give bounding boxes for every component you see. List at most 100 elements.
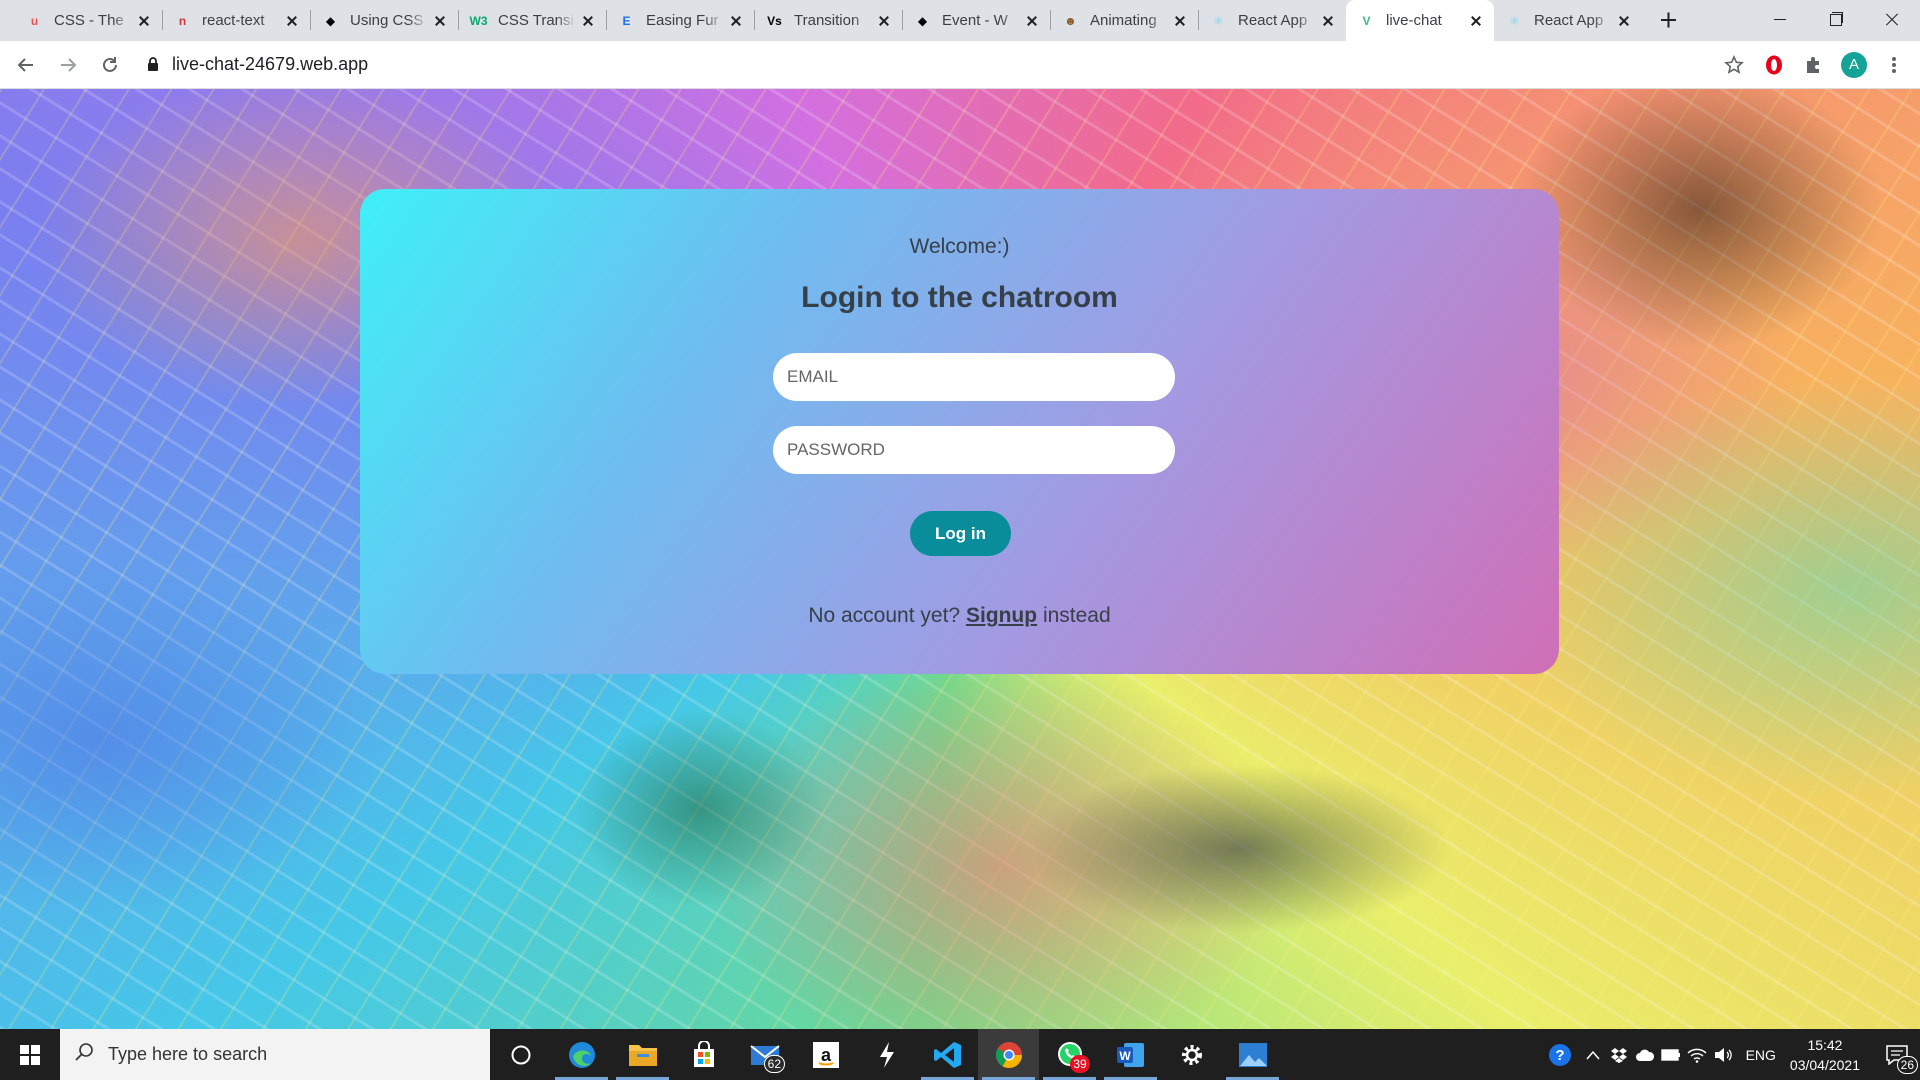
login-button[interactable]: Log in: [910, 511, 1011, 556]
react-icon: ⚛: [1213, 13, 1224, 28]
browser-tab[interactable]: E Easing Fur: [606, 0, 754, 41]
restore-icon[interactable]: [1808, 0, 1864, 41]
close-tab-icon[interactable]: [1172, 13, 1188, 29]
extensions-puzzle-icon[interactable]: [1794, 45, 1834, 85]
file-explorer-icon[interactable]: [612, 1029, 673, 1080]
svg-text:?: ?: [1555, 1047, 1564, 1064]
chrome-icon[interactable]: [978, 1029, 1039, 1080]
cortana-icon[interactable]: [490, 1029, 551, 1080]
windows-start-icon[interactable]: [0, 1029, 60, 1080]
mail-icon[interactable]: 62: [734, 1029, 795, 1080]
easings-icon: E: [622, 13, 631, 28]
close-tab-icon[interactable]: [432, 13, 448, 29]
signup-prefix-text: No account yet?: [808, 604, 961, 627]
close-tab-icon[interactable]: [1616, 13, 1632, 29]
profile-avatar[interactable]: A: [1834, 45, 1874, 85]
url-text[interactable]: live-chat-24679.web.app: [172, 54, 368, 75]
reload-icon[interactable]: [90, 45, 130, 85]
notification-center-icon[interactable]: 26: [1874, 1029, 1920, 1080]
settings-gear-icon[interactable]: [1161, 1029, 1222, 1080]
minimize-icon[interactable]: [1752, 0, 1808, 41]
profile-initial: A: [1841, 51, 1867, 78]
signup-link[interactable]: Signup: [966, 604, 1037, 627]
system-tray: ? ENG 15:42 03/04/2021 26: [1540, 1029, 1920, 1080]
tab-title: CSS - The: [54, 12, 124, 29]
tab-title: React App: [1238, 12, 1308, 29]
page-title: Login to the chatroom: [801, 281, 1118, 314]
tab-strip: u CSS - The n react-text ◆ Using CSS W3 CSS Tra…: [0, 0, 1920, 41]
help-icon[interactable]: ?: [1540, 1029, 1580, 1080]
browser-tab[interactable]: Vlive-chat: [1346, 0, 1494, 41]
search-icon: [74, 1042, 94, 1067]
adblock-extension-icon[interactable]: [1754, 45, 1794, 85]
amazon-icon[interactable]: a: [795, 1029, 856, 1080]
close-tab-icon[interactable]: [728, 13, 744, 29]
react-icon: ⚛: [1509, 13, 1520, 28]
browser-tab[interactable]: Vs Transition: [754, 0, 902, 41]
vscode-icon[interactable]: [917, 1029, 978, 1080]
password-field[interactable]: [773, 426, 1175, 474]
close-tab-icon[interactable]: [580, 13, 596, 29]
page-background: Welcome:) Login to the chatroom Log in N…: [0, 89, 1920, 1029]
edge-icon[interactable]: [551, 1029, 612, 1080]
whatsapp-badge: 39: [1070, 1055, 1090, 1073]
tab-title: live-chat: [1386, 12, 1442, 29]
browser-tab[interactable]: ⚛ React App: [1494, 0, 1642, 41]
mdn-icon: ◆: [325, 13, 336, 28]
microsoft-store-icon[interactable]: [673, 1029, 734, 1080]
clock-time: 15:42: [1807, 1036, 1843, 1053]
close-tab-icon[interactable]: [1320, 13, 1336, 29]
menu-kebab-icon[interactable]: [1874, 45, 1914, 85]
close-tab-icon[interactable]: [876, 13, 892, 29]
dropbox-icon[interactable]: [1606, 1029, 1632, 1080]
browser-tab[interactable]: ☻ Animating: [1050, 0, 1198, 41]
tab-title: Animating: [1090, 12, 1157, 29]
language-indicator[interactable]: ENG: [1746, 1047, 1776, 1063]
browser-tab[interactable]: n react-text: [162, 0, 310, 41]
lock-icon[interactable]: [140, 57, 166, 72]
vue-icon: V: [1362, 13, 1371, 28]
bookmark-star-icon[interactable]: [1714, 45, 1754, 85]
cloud-sync-icon[interactable]: [1632, 1029, 1658, 1080]
w3schools-icon: W3: [469, 13, 488, 28]
address-bar[interactable]: live-chat-24679.web.app: [140, 45, 1714, 85]
tab-title: Transition: [794, 12, 860, 29]
battery-icon[interactable]: [1658, 1029, 1684, 1080]
clock[interactable]: 15:42 03/04/2021: [1790, 1035, 1860, 1075]
search-placeholder: Type here to search: [108, 1044, 268, 1064]
tab-title: Using CSS: [350, 12, 424, 29]
welcome-text: Welcome:): [909, 235, 1010, 258]
close-window-icon[interactable]: [1864, 0, 1920, 41]
chevron-up-icon[interactable]: [1580, 1029, 1606, 1080]
close-tab-icon[interactable]: [284, 13, 300, 29]
new-tab-icon[interactable]: [1648, 0, 1688, 41]
tab-title: Event - W: [942, 12, 1008, 29]
back-icon[interactable]: [6, 45, 46, 85]
signup-suffix-text: instead: [1042, 604, 1111, 627]
vs-icon: Vs: [767, 13, 782, 28]
browser-tab[interactable]: ◆ Using CSS: [310, 0, 458, 41]
whatsapp-icon[interactable]: 39: [1039, 1029, 1100, 1080]
wifi-icon[interactable]: [1684, 1029, 1710, 1080]
close-tab-icon[interactable]: [1468, 13, 1484, 29]
taskbar-search[interactable]: Type here to search: [60, 1029, 490, 1080]
browser-tab[interactable]: u CSS - The: [14, 0, 162, 41]
tab-title: react-text: [202, 12, 265, 29]
mail-badge: 62: [763, 1055, 785, 1073]
notification-count: 26: [1896, 1056, 1918, 1074]
word-icon[interactable]: W: [1100, 1029, 1161, 1080]
browser-tab[interactable]: ⚛ React App: [1198, 0, 1346, 41]
volume-icon[interactable]: [1710, 1029, 1736, 1080]
monkey-icon: ☻: [1064, 13, 1077, 28]
tab-list: u CSS - The n react-text ◆ Using CSS W3 CSS Tra…: [0, 0, 1688, 41]
email-field[interactable]: [773, 353, 1175, 401]
login-card: Welcome:) Login to the chatroom Log in N…: [360, 189, 1559, 674]
npm-icon: n: [178, 13, 187, 28]
browser-tab[interactable]: ◆ Event - W: [902, 0, 1050, 41]
pinned-app-bolt-icon[interactable]: [856, 1029, 917, 1080]
browser-tab[interactable]: W3 CSS Transi: [458, 0, 606, 41]
photos-icon[interactable]: [1222, 1029, 1283, 1080]
close-tab-icon[interactable]: [136, 13, 152, 29]
forward-icon[interactable]: [48, 45, 88, 85]
close-tab-icon[interactable]: [1024, 13, 1040, 29]
